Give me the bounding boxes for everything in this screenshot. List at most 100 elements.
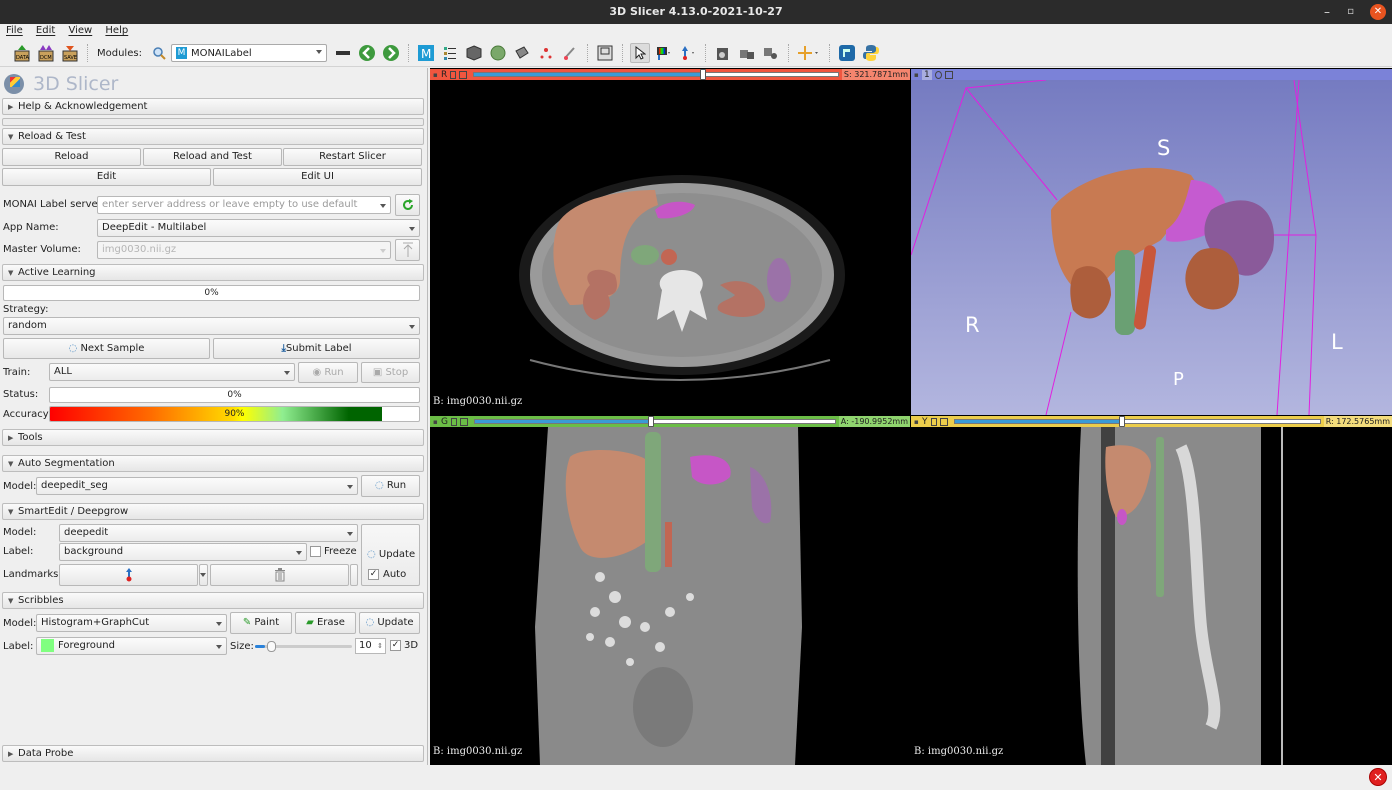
center-view-icon[interactable]	[934, 70, 942, 79]
segment-editor-button[interactable]	[560, 43, 580, 63]
section-data-probe[interactable]: ▶ Data Probe	[2, 745, 424, 762]
load-dicom-button[interactable]: DCM	[36, 43, 56, 63]
edit-button[interactable]: Edit	[2, 168, 211, 186]
layout-select-button[interactable]	[595, 43, 615, 63]
yellow-slice-slider[interactable]	[953, 416, 1321, 427]
brush-size-spinbox[interactable]: 10 ⇕	[355, 638, 386, 654]
master-volume-select[interactable]: img0030.nii.gz	[97, 241, 391, 259]
yellow-slice-view[interactable]: B: img0030.nii.gz	[911, 427, 1392, 765]
error-log-icon[interactable]: ✕	[1369, 768, 1387, 786]
landmark-dropdown-button[interactable]	[199, 564, 208, 586]
section-smartedit[interactable]: ▼ SmartEdit / Deepgrow	[2, 503, 424, 520]
crosshair-button[interactable]	[796, 43, 822, 63]
python-console-button[interactable]	[861, 43, 881, 63]
window-level-button[interactable]	[654, 43, 674, 63]
threed-checkbox[interactable]: ✓	[390, 640, 401, 651]
threed-view[interactable]: S R L P	[911, 80, 1392, 415]
place-landmark-button[interactable]	[59, 564, 198, 586]
transforms-module-button[interactable]	[512, 43, 532, 63]
freeze-checkbox[interactable]	[310, 546, 321, 557]
pin-icon[interactable]: ▪	[914, 418, 920, 426]
autoseg-model-select[interactable]: deepedit_seg	[36, 477, 358, 495]
paint-button[interactable]: ✎ Paint	[230, 612, 292, 634]
green-slice-view[interactable]: B: img0030.nii.gz	[430, 427, 910, 765]
load-data-button[interactable]: DATA	[12, 43, 32, 63]
restart-slicer-button[interactable]: Restart Slicer	[283, 148, 422, 166]
yellow-slider-handle[interactable]	[1119, 416, 1126, 427]
smartedit-model-select[interactable]: deepedit	[59, 524, 358, 542]
module-selector[interactable]: M MONAILabel	[170, 44, 327, 62]
edit-ui-button[interactable]: Edit UI	[213, 168, 422, 186]
link-icon[interactable]	[450, 417, 457, 426]
upload-volume-button[interactable]	[395, 239, 420, 261]
smartedit-update-button[interactable]: ◌ Update	[367, 548, 415, 562]
brush-size-slider-handle[interactable]	[266, 641, 276, 652]
maximize-view-icon[interactable]	[944, 70, 953, 79]
reload-button[interactable]: Reload	[2, 148, 141, 166]
close-window-button[interactable]: ✕	[1370, 4, 1386, 20]
back-button[interactable]	[357, 43, 377, 63]
section-tools[interactable]: ▶ Tools	[2, 429, 424, 446]
scribbles-label-select[interactable]: Foreground	[36, 637, 227, 655]
submit-label-button[interactable]: ⤓Submit Label	[213, 338, 420, 359]
menu-file[interactable]: File	[0, 24, 27, 36]
forward-button[interactable]	[381, 43, 401, 63]
place-fiducial-button[interactable]	[678, 43, 698, 63]
refresh-server-button[interactable]	[395, 194, 420, 216]
pin-icon[interactable]: ▪	[914, 71, 920, 79]
markups-module-button[interactable]	[536, 43, 556, 63]
maximize-view-icon[interactable]	[459, 70, 468, 79]
scribbles-model-select[interactable]: Histogram+GraphCut	[36, 614, 227, 632]
maximize-view-icon[interactable]	[939, 417, 948, 426]
minimize-button[interactable]: –	[1324, 0, 1330, 24]
pin-icon[interactable]: ▪	[433, 71, 439, 79]
red-slice-slider[interactable]	[473, 69, 839, 80]
autoseg-run-button[interactable]: ◌ Run	[361, 475, 420, 497]
section-scribbles[interactable]: ▼ Scribbles	[2, 592, 424, 609]
server-input[interactable]: enter server address or leave empty to u…	[97, 196, 391, 214]
green-slider-handle[interactable]	[648, 416, 655, 427]
scene-view-button[interactable]	[737, 43, 757, 63]
models-module-button[interactable]	[488, 43, 508, 63]
erase-button[interactable]: ▰ Erase	[295, 612, 356, 634]
train-run-button[interactable]: ◉ Run	[298, 362, 358, 383]
section-active-learning[interactable]: ▼ Active Learning	[2, 264, 424, 281]
screenshot-button[interactable]	[713, 43, 733, 63]
section-help[interactable]: ▶ Help & Acknowledgement	[2, 98, 424, 115]
extensions-button[interactable]	[837, 43, 857, 63]
menu-help[interactable]: Help	[99, 24, 132, 36]
red-slice-view[interactable]: B: img0030.nii.gz	[430, 80, 910, 415]
auto-checkbox[interactable]: ✓	[368, 569, 379, 580]
next-sample-button[interactable]: ◌ Next Sample	[3, 338, 210, 359]
train-stop-button[interactable]: ▣ Stop	[361, 362, 420, 383]
monai-module-button[interactable]: M	[416, 43, 436, 63]
volumes-module-button[interactable]	[464, 43, 484, 63]
clear-dropdown-button[interactable]	[350, 564, 358, 586]
reload-and-test-button[interactable]: Reload and Test	[143, 148, 282, 166]
module-search-button[interactable]	[149, 43, 169, 63]
pin-icon[interactable]: ▪	[433, 418, 439, 426]
toolbar-separator	[586, 44, 588, 62]
save-button[interactable]: SAVE	[60, 43, 80, 63]
section-reload-test[interactable]: ▼ Reload & Test	[2, 128, 424, 145]
link-icon[interactable]	[930, 417, 937, 426]
scene-restore-button[interactable]	[761, 43, 781, 63]
clear-landmarks-button[interactable]	[210, 564, 349, 586]
data-module-button[interactable]	[440, 43, 460, 63]
red-slider-handle[interactable]	[700, 69, 707, 80]
section-auto-segmentation[interactable]: ▼ Auto Segmentation	[2, 455, 424, 472]
scribbles-update-button[interactable]: ◌ Update	[359, 612, 420, 634]
maximize-view-icon[interactable]	[459, 417, 468, 426]
menu-view[interactable]: View	[62, 24, 96, 36]
view-transform-button[interactable]	[629, 43, 650, 63]
train-select[interactable]: ALL	[49, 363, 295, 381]
menu-edit[interactable]: Edit	[30, 24, 59, 36]
training-status-progress: 0%	[49, 387, 420, 403]
maximize-button[interactable]: ▫	[1347, 0, 1354, 24]
green-slice-slider[interactable]	[473, 416, 836, 427]
app-name-select[interactable]: DeepEdit - Multilabel	[97, 219, 420, 237]
link-icon[interactable]	[450, 70, 457, 79]
strategy-select[interactable]: random	[3, 317, 420, 335]
layout-button[interactable]	[333, 43, 353, 63]
smartedit-label-select[interactable]: background	[59, 543, 307, 561]
